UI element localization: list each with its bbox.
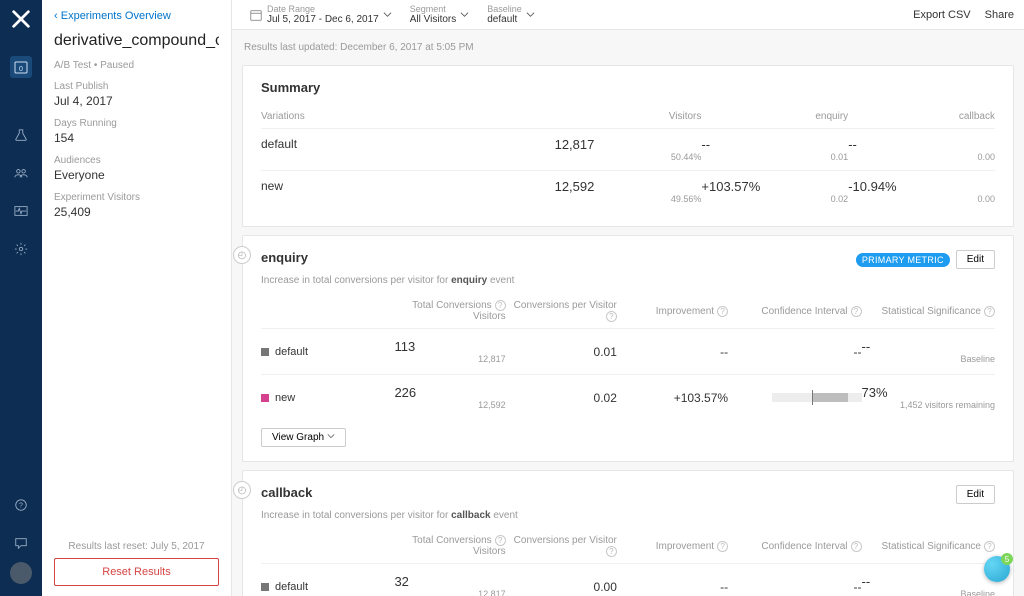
view-graph-button[interactable]: View Graph xyxy=(261,428,346,447)
reset-results-button[interactable]: Reset Results xyxy=(54,558,219,586)
edit-button[interactable]: Edit xyxy=(956,250,995,269)
back-link[interactable]: ‹ Experiments Overview xyxy=(54,10,219,22)
col-enquiry: enquiry xyxy=(701,111,848,122)
chevron-down-icon xyxy=(383,10,392,19)
audience-icon[interactable] xyxy=(10,162,32,184)
swatch-icon xyxy=(261,394,269,402)
share-link[interactable]: Share xyxy=(985,9,1014,21)
help-fab[interactable]: 5 xyxy=(984,556,1010,582)
svg-text:0: 0 xyxy=(19,66,23,73)
clock-icon: ◴ xyxy=(233,481,251,499)
clock-icon: ◴ xyxy=(233,246,251,264)
last-publish-value: Jul 4, 2017 xyxy=(54,94,219,108)
primary-metric-badge: PRIMARY METRIC xyxy=(856,253,950,267)
nav-rail: 0 ? xyxy=(0,0,42,596)
pulse-icon[interactable] xyxy=(10,200,32,222)
help-icon[interactable]: ? xyxy=(717,541,728,552)
metric-row: default 11312,817 0.01 -- -- --Baseline xyxy=(261,328,995,374)
experiment-type: A/B Test • Paused xyxy=(54,60,219,71)
help-icon[interactable]: ? xyxy=(10,494,32,516)
experiment-title: derivative_compound_change xyxy=(54,32,219,50)
metric-card-enquiry: ◴ enquiry Increase in total conversions … xyxy=(242,235,1014,462)
gear-icon[interactable] xyxy=(10,238,32,260)
notification-badge: 5 xyxy=(1001,553,1013,565)
chevron-down-icon xyxy=(526,10,535,19)
help-icon[interactable]: ? xyxy=(984,306,995,317)
col-visitors: Visitors xyxy=(555,111,702,122)
metric-card-callback: ◴ callback Increase in total conversions… xyxy=(242,470,1014,596)
audiences-value: Everyone xyxy=(54,168,219,182)
summary-title: Summary xyxy=(261,80,995,95)
main-panel: Date RangeJul 5, 2017 - Dec 6, 2017 Segm… xyxy=(232,0,1024,596)
help-icon[interactable]: ? xyxy=(851,306,862,317)
help-icon[interactable]: ? xyxy=(495,535,506,546)
date-range-selector[interactable]: Date RangeJul 5, 2017 - Dec 6, 2017 xyxy=(242,1,399,29)
metric-title: enquiry xyxy=(261,250,514,265)
swatch-icon xyxy=(261,583,269,591)
metric-subtitle: Increase in total conversions per visito… xyxy=(261,510,518,521)
chevron-down-icon xyxy=(460,10,469,19)
chevron-down-icon xyxy=(327,432,335,440)
audiences-label: Audiences xyxy=(54,155,219,166)
feedback-icon[interactable] xyxy=(10,532,32,554)
metric-row: new 22612,592 0.02 +103.57% 73%1,452 vis… xyxy=(261,374,995,420)
experiment-sidebar: ‹ Experiments Overview derivative_compou… xyxy=(42,0,232,596)
avatar[interactable] xyxy=(10,562,32,584)
col-variations: Variations xyxy=(261,111,555,122)
help-icon[interactable]: ? xyxy=(984,541,995,552)
flask-icon[interactable] xyxy=(10,124,32,146)
last-publish-label: Last Publish xyxy=(54,81,219,92)
days-running-value: 154 xyxy=(54,131,219,145)
reset-label: Results last reset: July 5, 2017 xyxy=(54,541,219,552)
topbar: Date RangeJul 5, 2017 - Dec 6, 2017 Segm… xyxy=(232,0,1024,30)
help-icon[interactable]: ? xyxy=(606,546,617,557)
visitors-label: Experiment Visitors xyxy=(54,192,219,203)
summary-row: default 12,81750.44% --0.01 --0.00 xyxy=(261,128,995,170)
calendar-icon[interactable]: 0 xyxy=(10,56,32,78)
edit-button[interactable]: Edit xyxy=(956,485,995,504)
metric-subtitle: Increase in total conversions per visito… xyxy=(261,275,514,286)
help-icon[interactable]: ? xyxy=(851,541,862,552)
export-csv-link[interactable]: Export CSV xyxy=(913,9,970,21)
metric-title: callback xyxy=(261,485,518,500)
help-icon[interactable]: ? xyxy=(495,300,506,311)
results-updated: Results last updated: December 6, 2017 a… xyxy=(242,38,1014,57)
summary-card: Summary Variations Visitors enquiry call… xyxy=(242,65,1014,227)
visitors-value: 25,409 xyxy=(54,205,219,219)
help-icon[interactable]: ? xyxy=(606,311,617,322)
baseline-selector[interactable]: Baselinedefault xyxy=(480,1,542,29)
days-running-label: Days Running xyxy=(54,118,219,129)
confidence-bar xyxy=(728,393,861,402)
summary-row: new 12,59249.56% +103.57%0.02 -10.94%0.0… xyxy=(261,170,995,212)
segment-selector[interactable]: SegmentAll Visitors xyxy=(403,1,477,29)
help-icon[interactable]: ? xyxy=(717,306,728,317)
logo-icon xyxy=(10,8,32,30)
swatch-icon xyxy=(261,348,269,356)
col-callback: callback xyxy=(848,111,995,122)
svg-text:?: ? xyxy=(19,503,23,510)
metric-row: default 3212,817 0.00 -- -- --Baseline xyxy=(261,563,995,596)
